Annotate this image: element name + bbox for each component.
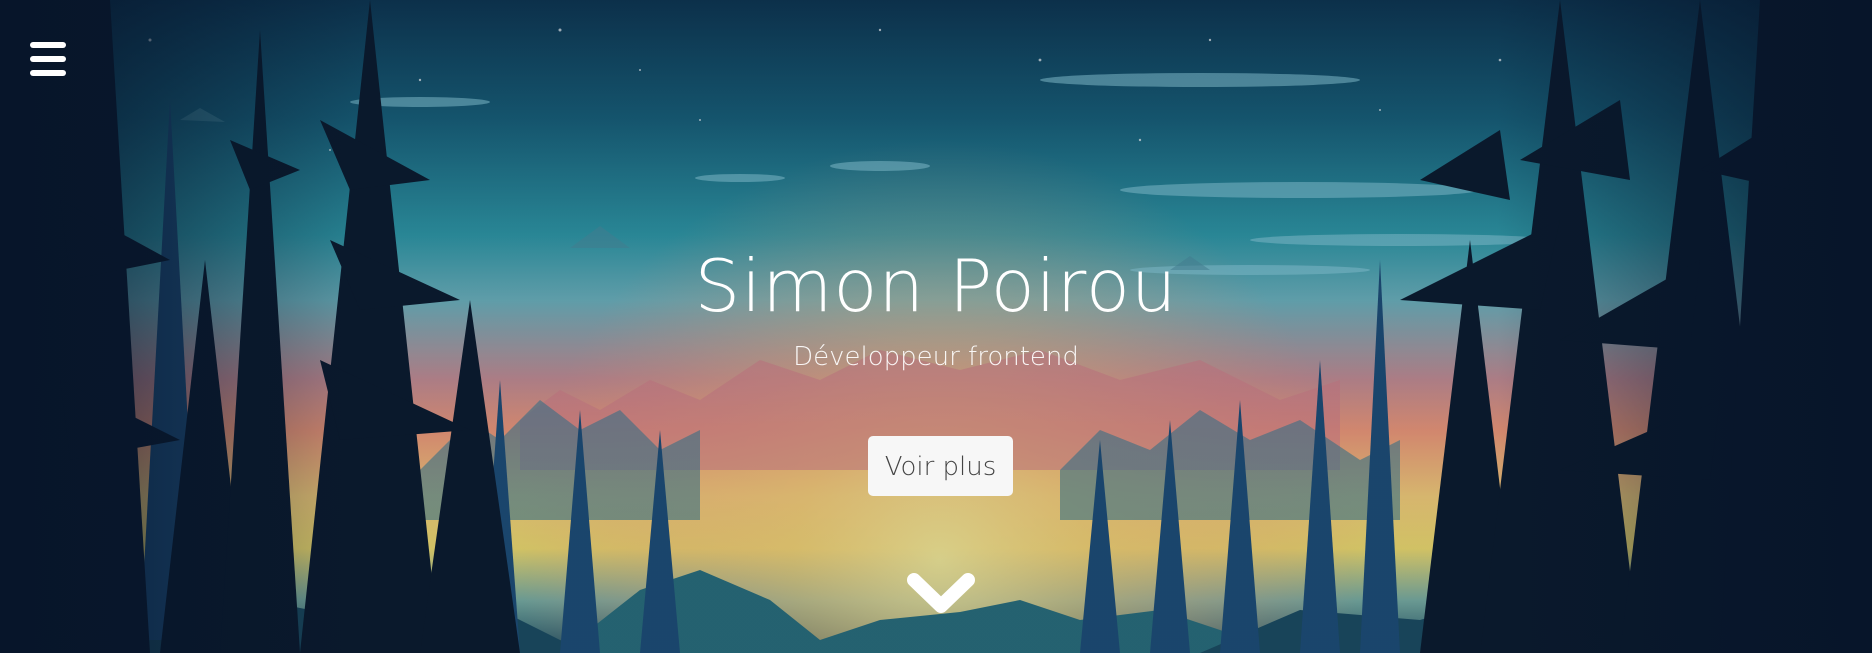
menu-bar-top [30, 42, 66, 48]
menu-bar-middle [30, 56, 66, 62]
see-more-button[interactable]: Voir plus [868, 436, 1013, 496]
hero-title: Simon Poirou [694, 244, 1178, 328]
menu-bar-bottom [30, 70, 66, 76]
chevron-down-glyph [907, 573, 975, 613]
hero-subtitle: Développeur frontend [793, 342, 1079, 372]
chevron-down-icon[interactable] [906, 570, 976, 620]
hero-section: Simon Poirou Développeur frontend Voir p… [0, 0, 1872, 653]
hamburger-menu-icon[interactable] [30, 42, 66, 76]
